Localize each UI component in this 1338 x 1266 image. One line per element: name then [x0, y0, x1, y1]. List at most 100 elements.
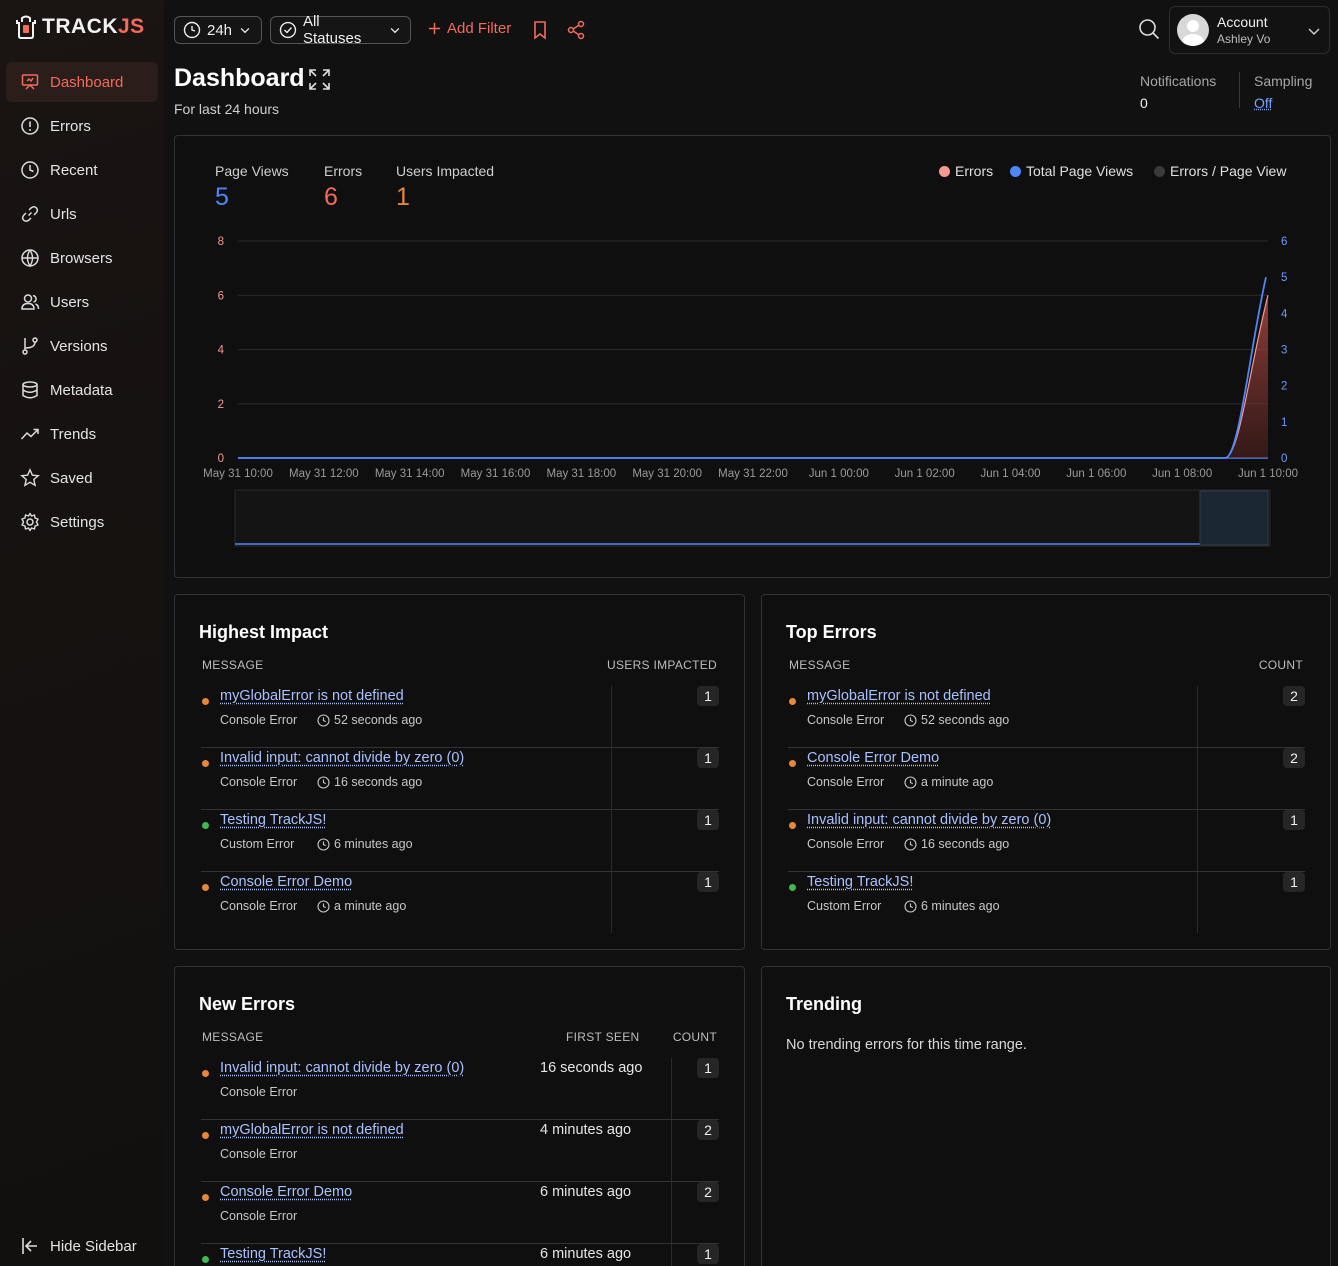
- table-row[interactable]: myGlobalError is not defined Console Erro…: [201, 1120, 719, 1182]
- table-row[interactable]: myGlobalError is not defined Console Erro…: [788, 686, 1305, 748]
- navigator-selection: [1199, 490, 1269, 546]
- hide-sidebar-label: Hide Sidebar: [50, 1237, 137, 1255]
- error-message-link[interactable]: Console Error Demo: [220, 1184, 352, 1200]
- clock-icon: [904, 713, 917, 727]
- error-message-link[interactable]: Testing TrackJS!: [807, 874, 913, 890]
- last-seen: a minute ago: [317, 899, 406, 913]
- divider: [1197, 872, 1198, 933]
- divider: [1197, 748, 1198, 809]
- x-tick-label: Jun 1 02:00: [895, 468, 955, 480]
- card-title: New Errors: [199, 994, 296, 1014]
- clock-icon: [904, 899, 917, 913]
- status-dot: [202, 1070, 209, 1077]
- status-dot: [202, 822, 209, 829]
- x-tick-label: May 31 18:00: [546, 468, 616, 480]
- column-header-count: COUNT: [1258, 658, 1303, 672]
- column-header-first-seen: FIRST SEEN: [566, 1030, 640, 1044]
- clock-icon: [904, 837, 917, 851]
- divider: [671, 1120, 672, 1181]
- divider: [1197, 686, 1198, 747]
- last-seen: 16 seconds ago: [317, 775, 422, 789]
- column-header-users: USERS IMPACTED: [607, 658, 717, 672]
- count-badge: 1: [697, 1244, 719, 1264]
- table-row[interactable]: Console Error Demo Console Error 6 minutes…: [201, 1182, 719, 1244]
- error-type: Custom Error: [807, 899, 882, 913]
- table-row[interactable]: Invalid input: cannot divide by zero (0)…: [201, 748, 719, 810]
- table-row[interactable]: Invalid input: cannot divide by zero (0)…: [201, 1058, 719, 1120]
- table-row[interactable]: Testing TrackJS! Custom Error 6 minutes ag…: [201, 810, 719, 872]
- error-chart[interactable]: 0 2 4 6 8 0 1 2 3 4 5 6 May 31 10:00 May 31 12:00 May …: [0, 0, 1338, 580]
- divider: [611, 686, 612, 747]
- table-row[interactable]: Testing TrackJS! 6 minutes ago 1: [201, 1244, 719, 1266]
- table-row[interactable]: Console Error Demo Console Error a minute …: [201, 872, 719, 934]
- clock-icon: [317, 899, 330, 913]
- x-tick-label: Jun 1 10:00: [1238, 468, 1298, 480]
- collapse-left-icon: [22, 1238, 37, 1254]
- table-row[interactable]: myGlobalError is not defined Console Erro…: [201, 686, 719, 748]
- count-badge: 1: [697, 872, 719, 892]
- trending-card: Trending No trending errors for this tim…: [761, 966, 1331, 1266]
- clock-icon: [317, 713, 330, 727]
- table-row[interactable]: Console Error Demo Console Error a minute …: [788, 748, 1305, 810]
- table-row[interactable]: Testing TrackJS! Custom Error 6 minutes ag…: [788, 872, 1305, 934]
- card-title: Trending: [786, 994, 862, 1014]
- count-badge: 1: [697, 748, 719, 768]
- count-badge: 1: [1283, 872, 1305, 892]
- count-badge: 1: [1283, 810, 1305, 830]
- error-message-link[interactable]: Testing TrackJS!: [220, 1246, 326, 1262]
- error-message-link[interactable]: myGlobalError is not defined: [220, 688, 404, 704]
- hide-sidebar-button[interactable]: Hide Sidebar: [20, 1236, 137, 1256]
- divider: [611, 748, 612, 809]
- y-right-tick-label: 6: [1281, 236, 1287, 248]
- table-row[interactable]: Invalid input: cannot divide by zero (0)…: [788, 810, 1305, 872]
- column-header-message: MESSAGE: [789, 658, 851, 672]
- y-right-tick-label: 1: [1281, 417, 1287, 429]
- last-seen-label: 52 seconds ago: [334, 713, 423, 727]
- error-message-link[interactable]: Console Error Demo: [807, 750, 939, 766]
- status-dot: [202, 760, 209, 767]
- divider: [611, 810, 612, 871]
- divider: [671, 1058, 672, 1119]
- x-tick-label: Jun 1 08:00: [1152, 468, 1212, 480]
- column-header-message: MESSAGE: [202, 658, 264, 672]
- y-left-tick-label: 8: [218, 236, 224, 248]
- last-seen-label: 52 seconds ago: [921, 713, 1010, 727]
- x-tick-label: May 31 22:00: [718, 468, 788, 480]
- x-tick-label: May 31 10:00: [203, 468, 273, 480]
- first-seen-value: 4 minutes ago: [540, 1122, 632, 1138]
- last-seen: 6 minutes ago: [904, 899, 1000, 913]
- count-badge: 1: [697, 1058, 719, 1078]
- last-seen-label: a minute ago: [334, 899, 407, 913]
- error-message-link[interactable]: Invalid input: cannot divide by zero (0): [220, 750, 464, 766]
- new-errors-card: New Errors MESSAGE FIRST SEEN COUNT Inva…: [174, 966, 745, 1266]
- count-badge: 2: [1283, 748, 1305, 768]
- last-seen: a minute ago: [904, 775, 993, 789]
- error-type: Console Error: [807, 775, 885, 789]
- last-seen-label: 16 seconds ago: [334, 775, 423, 789]
- x-tick-label: Jun 1 06:00: [1066, 468, 1126, 480]
- error-message-link[interactable]: Invalid input: cannot divide by zero (0): [220, 1060, 464, 1076]
- last-seen: 52 seconds ago: [317, 713, 422, 727]
- last-seen-label: 16 seconds ago: [921, 837, 1010, 851]
- error-message-link[interactable]: myGlobalError is not defined: [807, 688, 991, 704]
- range-navigator: [234, 489, 1271, 547]
- status-dot: [202, 1256, 209, 1263]
- error-type: Console Error: [220, 713, 298, 727]
- last-seen-label: 6 minutes ago: [921, 899, 1000, 913]
- error-message-link[interactable]: Testing TrackJS!: [220, 812, 326, 828]
- error-message-link[interactable]: Invalid input: cannot divide by zero (0): [807, 812, 1051, 828]
- error-message-link[interactable]: myGlobalError is not defined: [220, 1122, 404, 1138]
- count-badge: 2: [697, 1120, 719, 1140]
- y-right-tick-label: 3: [1281, 345, 1287, 357]
- status-dot: [202, 698, 209, 705]
- count-badge: 1: [697, 686, 719, 706]
- divider: [671, 1182, 672, 1243]
- error-type: Console Error: [220, 1147, 298, 1161]
- first-seen-value: 16 seconds ago: [540, 1060, 643, 1076]
- error-type: Console Error: [807, 713, 885, 727]
- y-right-tick-label: 0: [1281, 453, 1287, 465]
- last-seen: 6 minutes ago: [317, 837, 413, 851]
- error-message-link[interactable]: Console Error Demo: [220, 874, 352, 890]
- page-views-line: [238, 276, 1267, 459]
- clock-icon: [317, 837, 330, 851]
